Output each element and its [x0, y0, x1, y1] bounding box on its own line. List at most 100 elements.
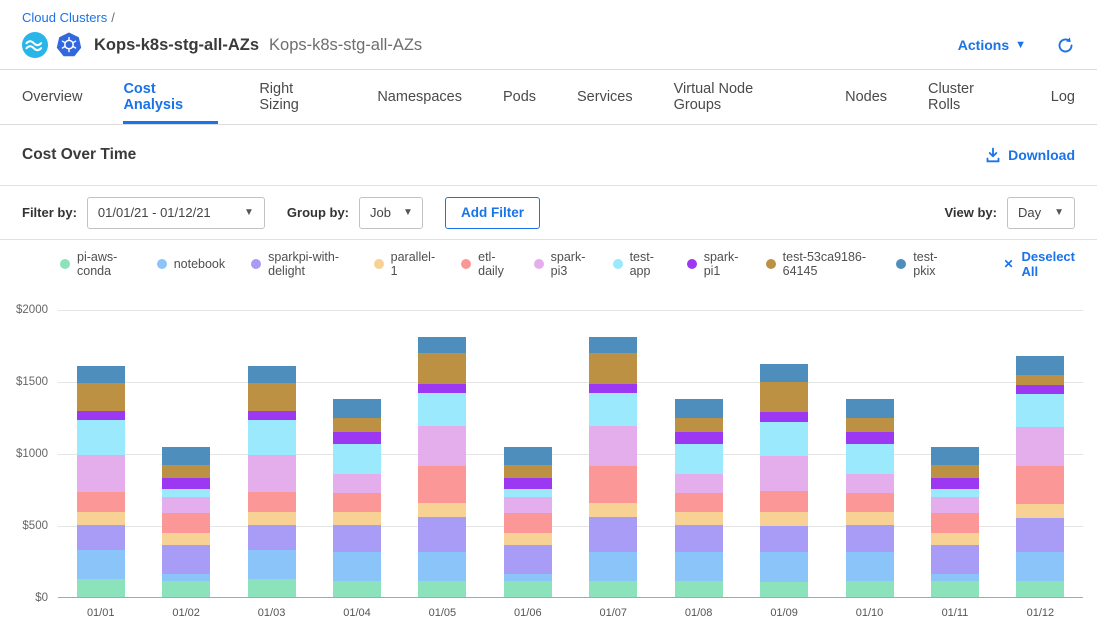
bar-segment-pi-aws-conda[interactable]: [589, 581, 637, 598]
actions-button[interactable]: Actions ▼: [958, 37, 1026, 53]
bar-segment-test-pkix[interactable]: [760, 364, 808, 382]
bar-segment-etl-daily[interactable]: [333, 493, 381, 512]
bar-segment-test-app[interactable]: [418, 393, 466, 426]
bar-segment-spark-pi1[interactable]: [162, 478, 210, 490]
bar-segment-pi-aws-conda[interactable]: [675, 581, 723, 598]
bar-segment-pi-aws-conda[interactable]: [418, 581, 466, 598]
bar-column-01-07[interactable]: [571, 310, 656, 598]
bar-segment-parallel-1[interactable]: [248, 512, 296, 525]
bar-segment-sparkpi-with-delight[interactable]: [931, 545, 979, 574]
bar-segment-test-app[interactable]: [760, 422, 808, 456]
bar-segment-test-app[interactable]: [248, 420, 296, 455]
bar-segment-spark-pi1[interactable]: [333, 432, 381, 444]
bar-segment-sparkpi-with-delight[interactable]: [162, 545, 210, 574]
bar-segment-spark-pi1[interactable]: [1016, 385, 1064, 394]
bar-segment-test-pkix[interactable]: [931, 447, 979, 465]
bar-segment-notebook[interactable]: [504, 574, 552, 581]
bar-segment-etl-daily[interactable]: [589, 466, 637, 503]
bar-segment-etl-daily[interactable]: [760, 491, 808, 513]
bar-segment-spark-pi3[interactable]: [1016, 427, 1064, 466]
bar-segment-test-53ca9186-64145[interactable]: [1016, 375, 1064, 385]
bar-segment-notebook[interactable]: [760, 552, 808, 582]
tab-virtual-node-groups[interactable]: Virtual Node Groups: [674, 70, 804, 124]
tab-cost-analysis[interactable]: Cost Analysis: [123, 70, 218, 124]
bar-segment-spark-pi1[interactable]: [931, 478, 979, 490]
legend-item-parallel-1[interactable]: parallel-1: [374, 250, 435, 278]
bar-segment-pi-aws-conda[interactable]: [77, 579, 125, 598]
bar-segment-test-53ca9186-64145[interactable]: [846, 418, 894, 432]
bar-segment-parallel-1[interactable]: [77, 512, 125, 525]
bar-segment-spark-pi3[interactable]: [504, 497, 552, 513]
bar-segment-test-53ca9186-64145[interactable]: [675, 418, 723, 432]
bar-segment-spark-pi1[interactable]: [589, 384, 637, 393]
bar-segment-notebook[interactable]: [418, 552, 466, 582]
legend-item-test-pkix[interactable]: test-pkix: [896, 250, 945, 278]
bar-segment-test-53ca9186-64145[interactable]: [504, 465, 552, 478]
bar-segment-etl-daily[interactable]: [418, 466, 466, 503]
bar-segment-notebook[interactable]: [846, 552, 894, 582]
bar-segment-etl-daily[interactable]: [162, 513, 210, 532]
bar-segment-test-53ca9186-64145[interactable]: [162, 465, 210, 478]
legend-item-spark-pi3[interactable]: spark-pi3: [534, 250, 587, 278]
bar-segment-sparkpi-with-delight[interactable]: [675, 525, 723, 552]
bar-segment-spark-pi3[interactable]: [846, 474, 894, 493]
download-button[interactable]: Download: [985, 147, 1075, 163]
bar-segment-sparkpi-with-delight[interactable]: [248, 525, 296, 551]
bar-segment-notebook[interactable]: [162, 574, 210, 581]
bar-segment-test-pkix[interactable]: [846, 399, 894, 418]
bar-segment-notebook[interactable]: [589, 552, 637, 582]
bar-segment-etl-daily[interactable]: [675, 493, 723, 512]
view-by-select[interactable]: Day ▼: [1007, 197, 1075, 229]
bar-segment-test-53ca9186-64145[interactable]: [760, 382, 808, 412]
bar-column-01-08[interactable]: [656, 310, 741, 598]
bar-segment-parallel-1[interactable]: [931, 533, 979, 545]
bar-segment-parallel-1[interactable]: [1016, 504, 1064, 518]
bar-segment-parallel-1[interactable]: [675, 512, 723, 524]
bar-segment-test-53ca9186-64145[interactable]: [418, 353, 466, 383]
bar-segment-etl-daily[interactable]: [846, 493, 894, 512]
bar-segment-etl-daily[interactable]: [1016, 466, 1064, 503]
bar-segment-notebook[interactable]: [77, 550, 125, 579]
bar-segment-spark-pi1[interactable]: [846, 432, 894, 444]
tab-namespaces[interactable]: Namespaces: [377, 70, 462, 124]
bar-segment-etl-daily[interactable]: [77, 492, 125, 511]
bar-segment-test-pkix[interactable]: [589, 337, 637, 354]
legend-item-notebook[interactable]: notebook: [157, 257, 225, 271]
bar-segment-test-pkix[interactable]: [162, 447, 210, 465]
tab-right-sizing[interactable]: Right Sizing: [259, 70, 336, 124]
bar-segment-test-pkix[interactable]: [1016, 356, 1064, 375]
bar-segment-test-app[interactable]: [1016, 394, 1064, 427]
bar-segment-sparkpi-with-delight[interactable]: [760, 526, 808, 552]
add-filter-button[interactable]: Add Filter: [445, 197, 540, 229]
bar-segment-spark-pi1[interactable]: [760, 412, 808, 422]
bar-segment-sparkpi-with-delight[interactable]: [1016, 518, 1064, 552]
bar-segment-sparkpi-with-delight[interactable]: [333, 525, 381, 552]
bar-column-01-11[interactable]: [912, 310, 997, 598]
bar-segment-test-app[interactable]: [77, 420, 125, 455]
tab-log[interactable]: Log: [1051, 70, 1075, 124]
bar-segment-pi-aws-conda[interactable]: [846, 581, 894, 598]
bar-segment-spark-pi1[interactable]: [248, 411, 296, 420]
bar-column-01-01[interactable]: [58, 310, 143, 598]
bar-segment-spark-pi3[interactable]: [333, 474, 381, 493]
bar-segment-test-53ca9186-64145[interactable]: [333, 418, 381, 432]
bar-segment-sparkpi-with-delight[interactable]: [418, 517, 466, 552]
bar-segment-spark-pi3[interactable]: [760, 456, 808, 491]
tab-pods[interactable]: Pods: [503, 70, 536, 124]
bar-segment-test-app[interactable]: [931, 489, 979, 497]
bar-segment-test-pkix[interactable]: [675, 399, 723, 418]
legend-item-etl-daily[interactable]: etl-daily: [461, 250, 508, 278]
bar-segment-spark-pi3[interactable]: [77, 455, 125, 492]
bar-segment-test-app[interactable]: [846, 444, 894, 474]
bar-segment-parallel-1[interactable]: [760, 512, 808, 526]
bar-column-01-09[interactable]: [741, 310, 826, 598]
bar-column-01-10[interactable]: [827, 310, 912, 598]
refresh-icon[interactable]: [1056, 36, 1075, 55]
bar-segment-test-pkix[interactable]: [333, 399, 381, 418]
bar-segment-test-app[interactable]: [333, 444, 381, 474]
bar-segment-spark-pi3[interactable]: [675, 474, 723, 493]
bar-segment-spark-pi1[interactable]: [418, 384, 466, 393]
bar-segment-test-app[interactable]: [504, 489, 552, 497]
bar-column-01-06[interactable]: [485, 310, 570, 598]
bar-segment-pi-aws-conda[interactable]: [333, 581, 381, 598]
